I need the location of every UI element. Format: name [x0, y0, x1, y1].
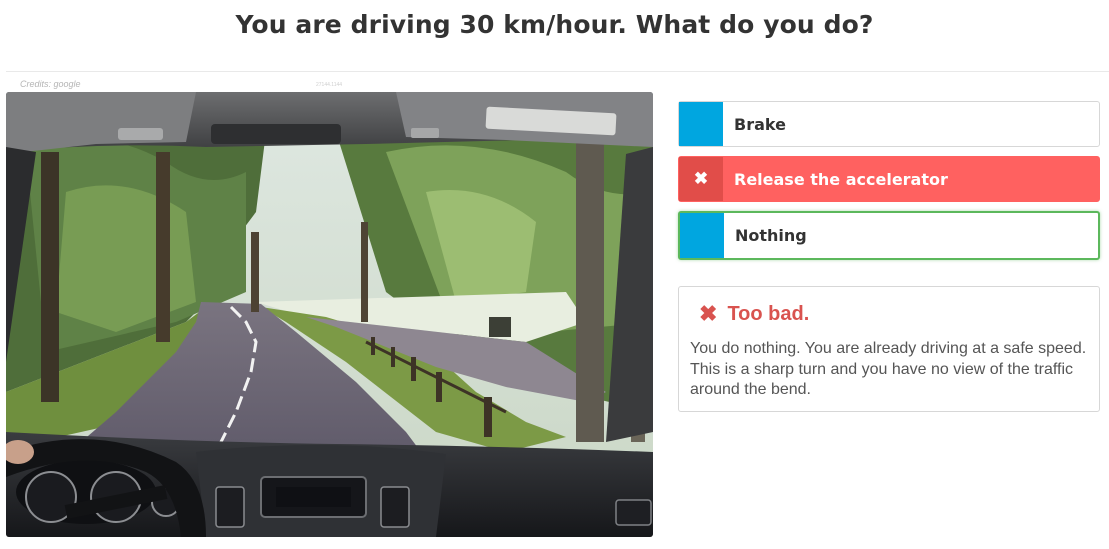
image-credits: Credits: google	[20, 79, 81, 89]
feedback-text: You do nothing. You are already driving …	[690, 340, 1087, 398]
close-icon: ✖	[699, 301, 718, 326]
divider	[6, 71, 1109, 72]
question-title: You are driving 30 km/hour. What do you …	[235, 10, 874, 39]
answer-option-nothing[interactable]: Nothing	[678, 211, 1100, 260]
option-marker	[679, 102, 723, 146]
close-icon: ✖	[693, 169, 709, 188]
option-marker	[680, 213, 724, 258]
image-id: 27144.1144	[316, 82, 343, 88]
feedback-title: Too bad.	[727, 302, 810, 325]
driving-scene-image	[6, 92, 653, 537]
answer-option-brake[interactable]: Brake	[678, 101, 1100, 147]
option-label: Brake	[734, 114, 786, 134]
answer-option-release-accelerator[interactable]: ✖ Release the accelerator	[678, 156, 1100, 202]
feedback-panel: ✖ Too bad. You do nothing. You are alrea…	[678, 286, 1100, 412]
feedback-heading: ✖ Too bad.	[699, 301, 809, 327]
option-label: Nothing	[735, 226, 807, 245]
option-label: Release the accelerator	[734, 169, 948, 189]
